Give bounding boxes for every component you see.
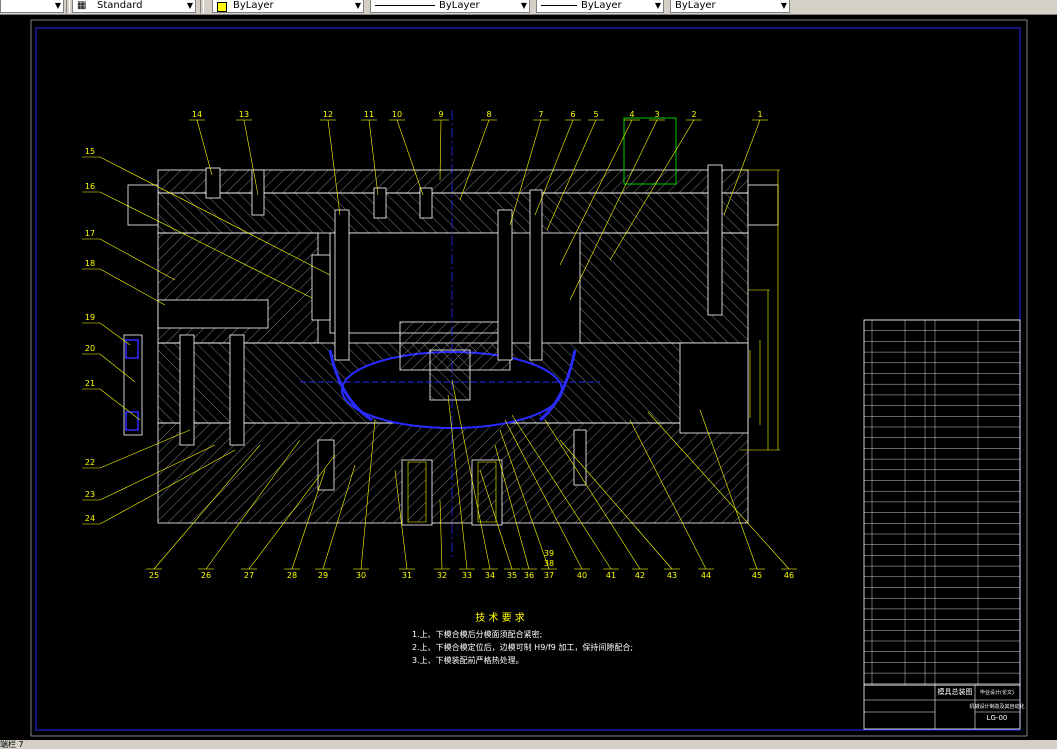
callout-bottom-label: 45 (752, 571, 762, 580)
drawing-number: LG-00 (987, 714, 1008, 722)
callouts-top: 14 13 12 11 10 9 8 7 6 5 4 3 2 1 (192, 110, 763, 119)
callout-bottom-label: 44 (701, 571, 711, 580)
callout-top-label: 11 (364, 110, 374, 119)
lineweight-dropdown[interactable]: ByLayer ▼ (536, 0, 664, 13)
callout-bottom-label: 29 (318, 571, 328, 580)
line-sample-icon (375, 5, 435, 6)
toolbar-separator (66, 0, 70, 13)
callout-top-label: 12 (323, 110, 333, 119)
tech-line-1: 1.上、下模合模后分模面须配合紧密; (412, 629, 542, 639)
callout-top-label: 5 (593, 110, 598, 119)
chevron-down-icon: ▼ (654, 1, 661, 10)
status-bar: 端栏 7 (0, 740, 1057, 749)
technical-requirements: 技 术 要 求 1.上、下模合模后分模面须配合紧密; 2.上、下模合模定位后，边… (412, 611, 633, 665)
chevron-down-icon: ▼ (520, 1, 527, 10)
callout-bottom-label: 32 (437, 571, 447, 580)
callout-39: 39 (544, 549, 554, 558)
color-swatch-icon (217, 2, 227, 12)
title-block: 模具总装图 LG-00 毕业设计(论文) 机械设计制造及其自动化 (863, 684, 1025, 730)
callout-top-label: 4 (629, 110, 634, 119)
callout-left-label: 16 (85, 182, 95, 191)
callout-top-label: 13 (239, 110, 249, 119)
callout-left-label: 20 (85, 344, 95, 353)
color-label: ByLayer (233, 0, 274, 11)
callout-bottom-label: 40 (577, 571, 587, 580)
callout-top-label: 9 (438, 110, 443, 119)
callout-bottom-label: 31 (402, 571, 412, 580)
linetype-dropdown[interactable]: ▦ Standard ▼ (72, 0, 196, 13)
text-style-icon: ▦ (77, 0, 87, 11)
properties-toolbar: ▼ ▦ Standard ▼ ByLayer ▼ ByLayer ▼ ByLay… (0, 0, 1057, 15)
leader-line (196, 119, 213, 176)
plotstyle-dropdown[interactable]: ByLayer ▼ (670, 0, 790, 13)
callout-left-label: 23 (85, 490, 95, 499)
callout-left-label: 18 (85, 259, 95, 268)
callout-left-label: 22 (85, 458, 95, 467)
callout-bottom-label: 27 (244, 571, 254, 580)
linetype-label: Standard (97, 0, 143, 11)
callout-bottom-label: 33 (462, 571, 472, 580)
callout-left-label: 24 (85, 514, 95, 523)
tech-line-2: 2.上、下模合模定位后，边模可制 H9/f9 加工，保持间隙配合; (412, 642, 633, 652)
callout-top-label: 1 (757, 110, 762, 119)
leader-line (99, 322, 131, 346)
line1-label: ByLayer (439, 0, 480, 11)
linetype-dropdown-2[interactable]: ByLayer ▼ (370, 0, 530, 13)
callout-left-label: 19 (85, 313, 95, 322)
callout-38: 38 (544, 559, 554, 568)
school-name: 毕业设计(论文) (980, 689, 1014, 696)
callout-bottom-label: 37 (544, 571, 554, 580)
leader-line (99, 268, 166, 306)
callout-bottom-label: 25 (149, 571, 159, 580)
parts-list-table (863, 319, 1021, 686)
callout-bottom-label: 26 (201, 571, 211, 580)
callouts-bottom: 25 26 27 28 29 30 31 32 33 34 35 36 37 40 41 42 43 44 45 46 (149, 571, 794, 580)
callout-left-label: 17 (85, 229, 95, 238)
callout-bottom-label: 46 (784, 571, 794, 580)
callout-bottom-label: 34 (485, 571, 495, 580)
chevron-down-icon: ▼ (54, 1, 61, 10)
chevron-down-icon: ▼ (354, 1, 361, 10)
callout-top-label: 3 (654, 110, 659, 119)
tech-title: 技 术 要 求 (475, 611, 525, 624)
mold-assembly (123, 110, 780, 560)
drawing-subtitle: 机械设计制造及其自动化 (969, 703, 1024, 710)
left-dropdown[interactable]: ▼ (0, 0, 64, 13)
line2-label: ByLayer (581, 0, 622, 11)
callout-bottom-label: 41 (606, 571, 616, 580)
plotstyle-label: ByLayer (675, 0, 716, 11)
callout-top-label: 10 (392, 110, 402, 119)
callouts-left: 15 16 17 18 19 20 21 22 23 24 (85, 147, 95, 523)
callout-top-label: 6 (570, 110, 575, 119)
line-sample-icon (541, 5, 577, 6)
callout-left-label: 21 (85, 379, 95, 388)
callout-bottom-label: 30 (356, 571, 366, 580)
toolbar-separator (200, 0, 204, 13)
drawing-name: 模具总装图 (938, 687, 973, 696)
cad-drawing: 14 13 12 11 10 9 8 7 6 5 4 3 2 1 15161718192021222324… (30, 19, 1028, 737)
status-text: 端栏 7 (0, 740, 24, 749)
callout-bottom-label: 42 (635, 571, 645, 580)
callout-bottom-label: 35 (507, 571, 517, 580)
callout-left-label: 15 (85, 147, 95, 156)
callout-bottom-label: 28 (287, 571, 297, 580)
callout-top-label: 14 (192, 110, 202, 119)
drawing-canvas[interactable]: 14 13 12 11 10 9 8 7 6 5 4 3 2 1 15 16 17 18 19 20 21 22 23 24… (0, 15, 1057, 740)
callout-bottom-label: 43 (667, 571, 677, 580)
callout-top-label: 8 (486, 110, 491, 119)
callout-top-label: 2 (691, 110, 696, 119)
callout-top-label: 7 (538, 110, 543, 119)
chevron-down-icon: ▼ (186, 1, 193, 10)
callout-bottom-label: 36 (524, 571, 534, 580)
chevron-down-icon: ▼ (780, 1, 787, 10)
tech-line-3: 3.上、下模装配前严格热处理。 (412, 655, 524, 665)
color-dropdown[interactable]: ByLayer ▼ (212, 0, 364, 13)
